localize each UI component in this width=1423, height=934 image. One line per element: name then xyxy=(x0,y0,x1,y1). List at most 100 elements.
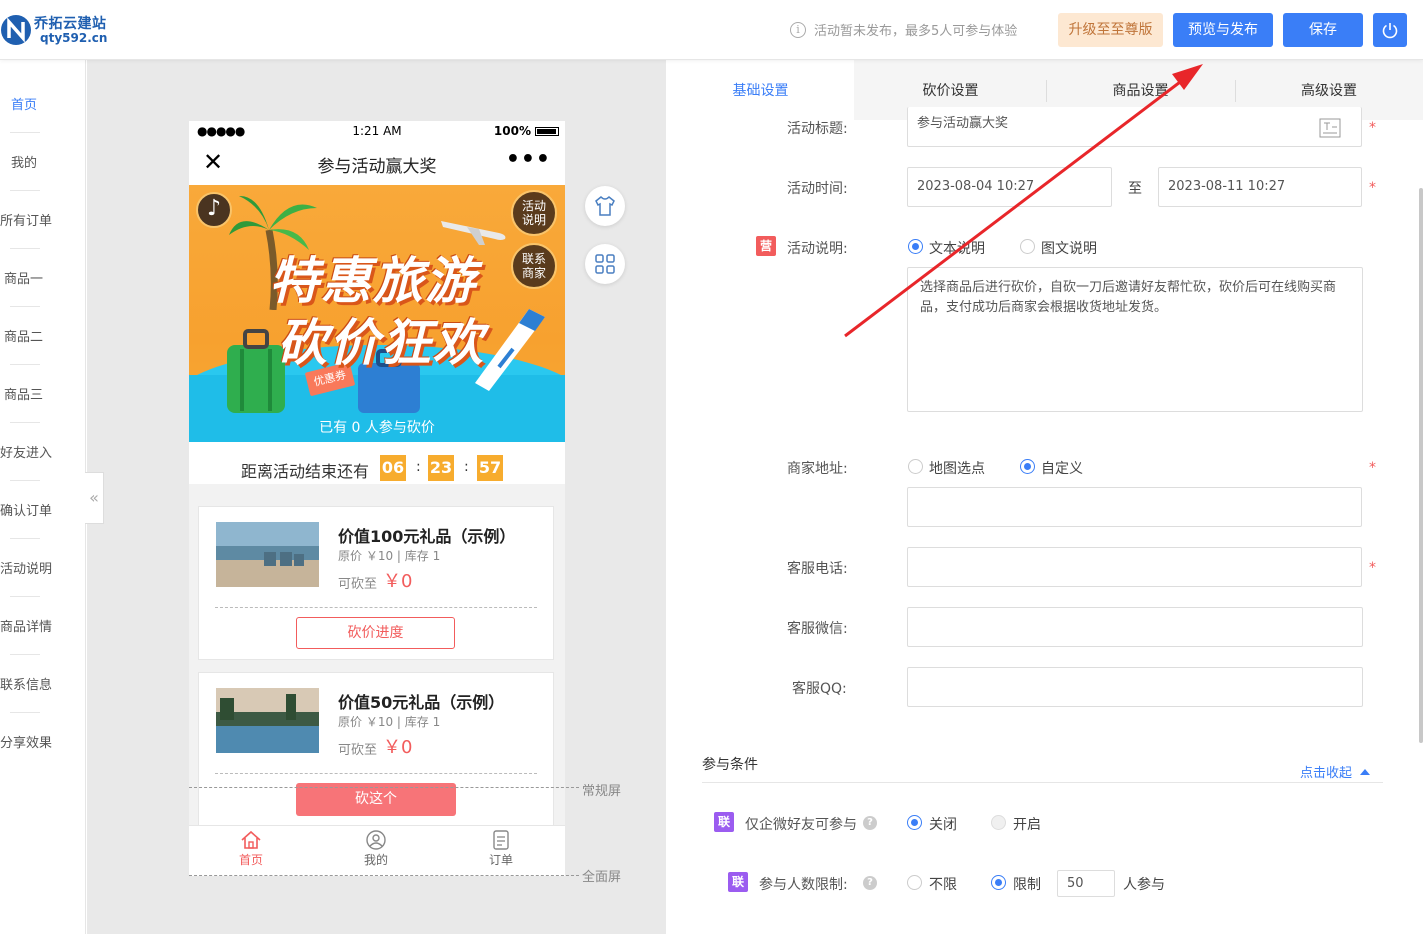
end-time-input[interactable]: 2023-08-11 10:27 xyxy=(1158,167,1362,207)
theme-tool-button[interactable] xyxy=(585,186,625,226)
phone-preview: ●●●●● 1:21 AM 100% ✕ 参与活动赢大奖 ••• 优惠券 特惠旅… xyxy=(189,121,565,876)
more-icon[interactable]: ••• xyxy=(506,147,551,172)
power-button[interactable] xyxy=(1373,13,1407,47)
joined-count: 已有 0 人参与砍价 xyxy=(319,420,435,436)
wecom-on-radio[interactable] xyxy=(991,815,1006,830)
desc-rich-option[interactable]: 图文说明 xyxy=(1041,238,1097,258)
description-textarea[interactable]: 选择商品后进行砍价，自砍一刀后邀请好友帮忙砍，砍价后可在线购买商品，支付成功后商… xyxy=(907,267,1363,412)
nav-item[interactable]: 商品一 xyxy=(0,234,86,292)
limit-none-radio[interactable] xyxy=(907,875,922,890)
logo[interactable]: 乔拓云建站 qty592.cn xyxy=(0,8,110,52)
desc-rich-radio[interactable] xyxy=(1020,239,1035,254)
save-button[interactable]: 保存 xyxy=(1283,13,1363,47)
countdown-label: 距离活动结束还有 xyxy=(241,462,370,481)
nav-item-label: 商品二 xyxy=(4,330,44,345)
battery-icon xyxy=(535,127,559,136)
limit-on-radio[interactable] xyxy=(991,875,1006,890)
time-label: 活动时间: xyxy=(787,181,848,197)
start-time-input[interactable]: 2023-08-04 10:27 xyxy=(907,167,1112,207)
product-divider xyxy=(215,607,537,608)
tab-mine-label: 我的 xyxy=(363,853,388,867)
tab-basic-settings[interactable]: 基础设置 xyxy=(667,60,854,120)
countdown-hours: 06 xyxy=(380,455,406,481)
order-icon xyxy=(493,830,509,850)
nav-item[interactable]: 商品详情 xyxy=(0,582,86,640)
desc-text-radio[interactable] xyxy=(908,239,923,254)
logo-url: qty592.cn xyxy=(40,31,108,45)
activity-rules-badge[interactable]: 活动 说明 xyxy=(511,190,557,236)
nav-item[interactable]: 联系信息 xyxy=(0,640,86,698)
nav-item[interactable]: 所有订单 xyxy=(0,176,86,234)
product-price-label: 可砍至 xyxy=(338,577,378,592)
desc-text-option[interactable]: 文本说明 xyxy=(929,238,985,258)
limit-none-option[interactable]: 不限 xyxy=(929,874,957,894)
normal-screen-line xyxy=(189,787,579,788)
bargain-progress-button[interactable]: 砍价进度 xyxy=(296,617,455,649)
settings-scrollbar[interactable] xyxy=(1419,188,1423,743)
service-wechat-label: 客服微信: xyxy=(787,621,848,637)
nav-item[interactable]: 商品三 xyxy=(0,350,86,408)
section-divider xyxy=(702,782,1383,783)
addr-map-option[interactable]: 地图选点 xyxy=(929,458,985,478)
wecom-off-radio[interactable] xyxy=(907,815,922,830)
tab-home[interactable]: 首页 xyxy=(211,830,291,868)
countdown-colon: : xyxy=(464,459,469,475)
title-input[interactable]: 参与活动赢大奖 xyxy=(907,107,1362,147)
help-icon[interactable]: ? xyxy=(863,876,877,890)
limit-count-input[interactable]: 50 xyxy=(1057,870,1115,897)
service-phone-input[interactable] xyxy=(907,547,1362,587)
publish-notice-text: 活动暂未发布，最多5人可参与体验 xyxy=(814,24,1018,39)
collapse-section-link[interactable]: 点击收起 xyxy=(1300,762,1371,781)
product-price: ￥0 xyxy=(383,571,413,592)
caret-up-icon xyxy=(1360,769,1371,775)
collapse-nav-button[interactable]: « xyxy=(85,472,104,524)
settings-panel: 基础设置 砍价设置 商品设置 高级设置 活动标题: 参与活动赢大奖 * 活动时间… xyxy=(667,60,1423,934)
wecom-tag: 联 xyxy=(714,812,734,832)
rules-badge-line-1: 活动 xyxy=(521,199,546,213)
preview-publish-button[interactable]: 预览与发布 xyxy=(1173,13,1273,47)
shirt-icon xyxy=(595,195,615,216)
marketing-tag: 营 xyxy=(756,236,776,256)
tab-orders[interactable]: 订单 xyxy=(461,830,541,868)
title-input-value: 参与活动赢大奖 xyxy=(917,116,1009,131)
nav-item[interactable]: 活动说明 xyxy=(0,524,86,582)
product-meta: 原价 ￥10 | 库存 1 xyxy=(338,715,441,729)
music-icon[interactable]: ♪ xyxy=(196,192,232,228)
nav-item-label: 首页 xyxy=(11,98,38,113)
product-card[interactable]: 价值100元礼品（示例） 原价 ￥10 | 库存 1 可砍至 ￥0 砍价进度 xyxy=(198,506,554,660)
nav-item[interactable]: 确认订单 xyxy=(0,466,86,524)
contact-badge-line-2: 商家 xyxy=(521,266,546,280)
nav-item[interactable]: 分享效果 xyxy=(0,698,86,756)
nav-item[interactable]: 商品二 xyxy=(0,292,86,350)
nav-item-label: 确认订单 xyxy=(0,504,53,519)
text-format-icon[interactable] xyxy=(1319,118,1341,138)
service-qq-input[interactable] xyxy=(907,667,1363,707)
addr-custom-option[interactable]: 自定义 xyxy=(1041,458,1083,478)
required-mark: * xyxy=(1369,180,1376,196)
wecom-on-option[interactable]: 开启 xyxy=(1013,814,1041,834)
help-icon[interactable]: ? xyxy=(863,816,877,830)
activity-banner[interactable]: 优惠券 特惠旅游 砍价狂欢 已有 0 人参与砍价 ♪ 活动 说明 联系 商家 xyxy=(189,185,565,442)
countdown-bar: 距离活动结束还有 06 : 23 : 57 xyxy=(189,442,565,494)
wecom-off-option[interactable]: 关闭 xyxy=(929,814,957,834)
nav-item[interactable]: 首页 xyxy=(0,60,86,118)
logo-name: 乔拓云建站 xyxy=(34,16,107,32)
rules-badge-line-2: 说明 xyxy=(521,213,546,227)
nav-item[interactable]: 好友进入 xyxy=(0,408,86,466)
upgrade-button[interactable]: 升级至至尊版 xyxy=(1058,13,1163,47)
normal-screen-label: 常规屏 xyxy=(582,784,622,799)
required-mark: * xyxy=(1369,560,1376,576)
layout-tool-button[interactable] xyxy=(585,244,625,284)
tab-mine[interactable]: 我的 xyxy=(336,830,416,868)
addr-map-radio[interactable] xyxy=(908,459,923,474)
service-wechat-input[interactable] xyxy=(907,607,1363,647)
addr-custom-radio[interactable] xyxy=(1020,459,1035,474)
contact-merchant-badge[interactable]: 联系 商家 xyxy=(511,243,557,289)
address-label: 商家地址: xyxy=(787,461,848,477)
nav-item[interactable]: 我的 xyxy=(0,118,86,176)
countdown-seconds: 57 xyxy=(477,455,503,481)
conditions-title: 参与条件 xyxy=(702,757,758,773)
limit-on-option[interactable]: 限制 xyxy=(1013,874,1041,894)
address-input[interactable] xyxy=(907,487,1362,527)
tab-orders-label: 订单 xyxy=(488,853,513,867)
